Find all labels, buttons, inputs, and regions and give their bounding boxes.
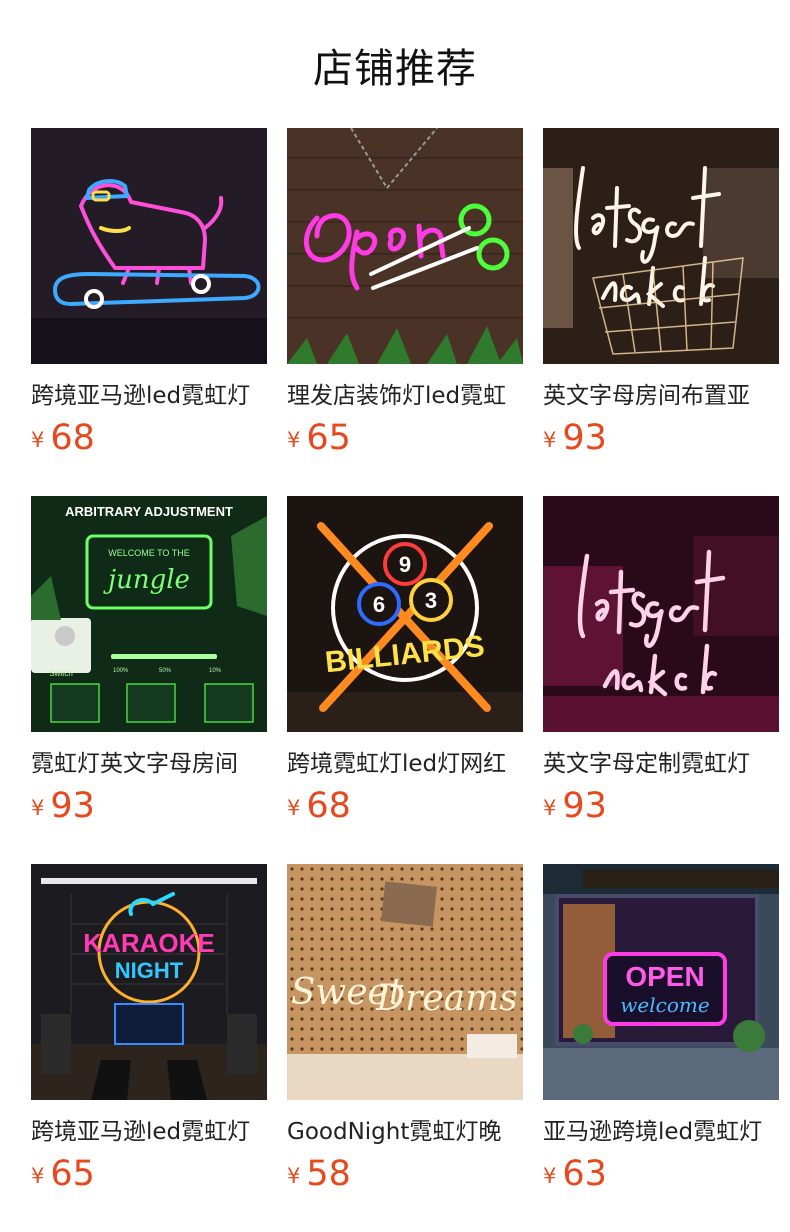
neon-script-pink-icon	[543, 496, 779, 732]
currency-symbol: ¥	[31, 428, 45, 452]
neon-sweet-dreams-icon: Sweet Dreams	[287, 864, 523, 1100]
product-card[interactable]: OPEN welcome 亚马逊跨境led霓虹灯 ¥63	[543, 864, 779, 1194]
product-card[interactable]: 9 6 3 BILLIARDS 跨境霓虹灯led灯网红 ¥68	[287, 496, 523, 826]
product-price: ¥65	[287, 418, 351, 458]
product-price: ¥58	[287, 1154, 351, 1194]
product-image[interactable]: KARAOKE NIGHT	[31, 864, 267, 1100]
product-price: ¥68	[287, 786, 351, 826]
product-name[interactable]: 理发店装饰灯led霓虹	[287, 376, 523, 410]
price-value: 93	[562, 418, 607, 458]
image-line1: OPEN	[625, 961, 704, 992]
ball-3-label: 3	[425, 588, 437, 613]
neon-karaoke-icon: KARAOKE NIGHT	[31, 864, 267, 1100]
product-name[interactable]: 亚马逊跨境led霓虹灯	[543, 1112, 779, 1146]
product-image[interactable]: OPEN welcome	[543, 864, 779, 1100]
product-price: ¥68	[31, 418, 95, 458]
product-name[interactable]: 霓虹灯英文字母房间	[31, 744, 267, 778]
product-card[interactable]: 英文字母房间布置亚 ¥93	[543, 128, 779, 458]
neon-dog-icon	[31, 128, 267, 364]
image-banner-text: ARBITRARY ADJUSTMENT	[65, 504, 233, 519]
price-value: 68	[50, 418, 95, 458]
neon-shopfront-icon: OPEN welcome	[543, 864, 779, 1100]
currency-symbol: ¥	[543, 1164, 557, 1188]
product-name[interactable]: GoodNight霓虹灯晚	[287, 1112, 523, 1146]
product-card[interactable]: KARAOKE NIGHT 跨境亚马逊led霓虹灯 ¥65	[31, 864, 267, 1194]
currency-symbol: ¥	[31, 1164, 45, 1188]
image-line1: KARAOKE	[83, 928, 214, 958]
image-line2: welcome	[620, 993, 709, 1017]
product-price: ¥93	[543, 786, 607, 826]
product-name[interactable]: 跨境亚马逊led霓虹灯	[31, 1112, 267, 1146]
image-line2: jungle	[103, 565, 190, 595]
product-name[interactable]: 英文字母定制霓虹灯	[543, 744, 779, 778]
product-image[interactable]	[543, 128, 779, 364]
price-value: 65	[50, 1154, 95, 1194]
neon-jungle-sign-icon: ARBITRARY ADJUSTMENT WELCOME TO THE jung…	[31, 496, 267, 732]
product-image[interactable]	[287, 128, 523, 364]
product-image[interactable]: Sweet Dreams	[287, 864, 523, 1100]
price-value: 93	[50, 786, 95, 826]
price-value: 63	[562, 1154, 607, 1194]
ball-6-label: 6	[373, 592, 385, 617]
product-price: ¥93	[31, 786, 95, 826]
product-price: ¥65	[31, 1154, 95, 1194]
product-card[interactable]: 英文字母定制霓虹灯 ¥93	[543, 496, 779, 826]
neon-script-basket-icon	[543, 128, 779, 364]
image-switch-label: Switch	[49, 669, 73, 678]
price-value: 93	[562, 786, 607, 826]
section-title: 店铺推荐	[313, 46, 477, 92]
currency-symbol: ¥	[287, 1164, 301, 1188]
image-line2: Dreams	[375, 978, 517, 1019]
price-value: 65	[306, 418, 351, 458]
product-price: ¥63	[543, 1154, 607, 1194]
product-card[interactable]: 跨境亚马逊led霓虹灯 ¥68	[31, 128, 267, 458]
product-image[interactable]: 9 6 3 BILLIARDS	[287, 496, 523, 732]
neon-billiards-icon: 9 6 3 BILLIARDS	[287, 496, 523, 732]
product-image[interactable]: ARBITRARY ADJUSTMENT WELCOME TO THE jung…	[31, 496, 267, 732]
product-name[interactable]: 英文字母房间布置亚	[543, 376, 779, 410]
currency-symbol: ¥	[287, 796, 301, 820]
currency-symbol: ¥	[543, 428, 557, 452]
image-pct-3: 10%	[209, 668, 222, 674]
image-pct-1: 100%	[113, 668, 129, 674]
product-price: ¥93	[543, 418, 607, 458]
product-image[interactable]	[543, 496, 779, 732]
ball-9-label: 9	[399, 552, 411, 577]
currency-symbol: ¥	[31, 796, 45, 820]
price-value: 58	[306, 1154, 351, 1194]
image-line2: NIGHT	[115, 958, 184, 983]
product-card[interactable]: Sweet Dreams GoodNight霓虹灯晚 ¥58	[287, 864, 523, 1194]
product-grid: 跨境亚马逊led霓虹灯 ¥68 理发店装饰灯led霓虹 ¥65 英文字母房间布置…	[31, 128, 779, 1228]
price-value: 68	[306, 786, 351, 826]
image-line1: WELCOME TO THE	[108, 548, 190, 558]
image-pct-2: 50%	[159, 668, 172, 674]
neon-open-scissors-icon	[287, 128, 523, 364]
product-card[interactable]: 理发店装饰灯led霓虹 ¥65	[287, 128, 523, 458]
product-image[interactable]	[31, 128, 267, 364]
product-name[interactable]: 跨境亚马逊led霓虹灯	[31, 376, 267, 410]
product-card[interactable]: ARBITRARY ADJUSTMENT WELCOME TO THE jung…	[31, 496, 267, 826]
product-name[interactable]: 跨境霓虹灯led灯网红	[287, 744, 523, 778]
currency-symbol: ¥	[543, 796, 557, 820]
currency-symbol: ¥	[287, 428, 301, 452]
